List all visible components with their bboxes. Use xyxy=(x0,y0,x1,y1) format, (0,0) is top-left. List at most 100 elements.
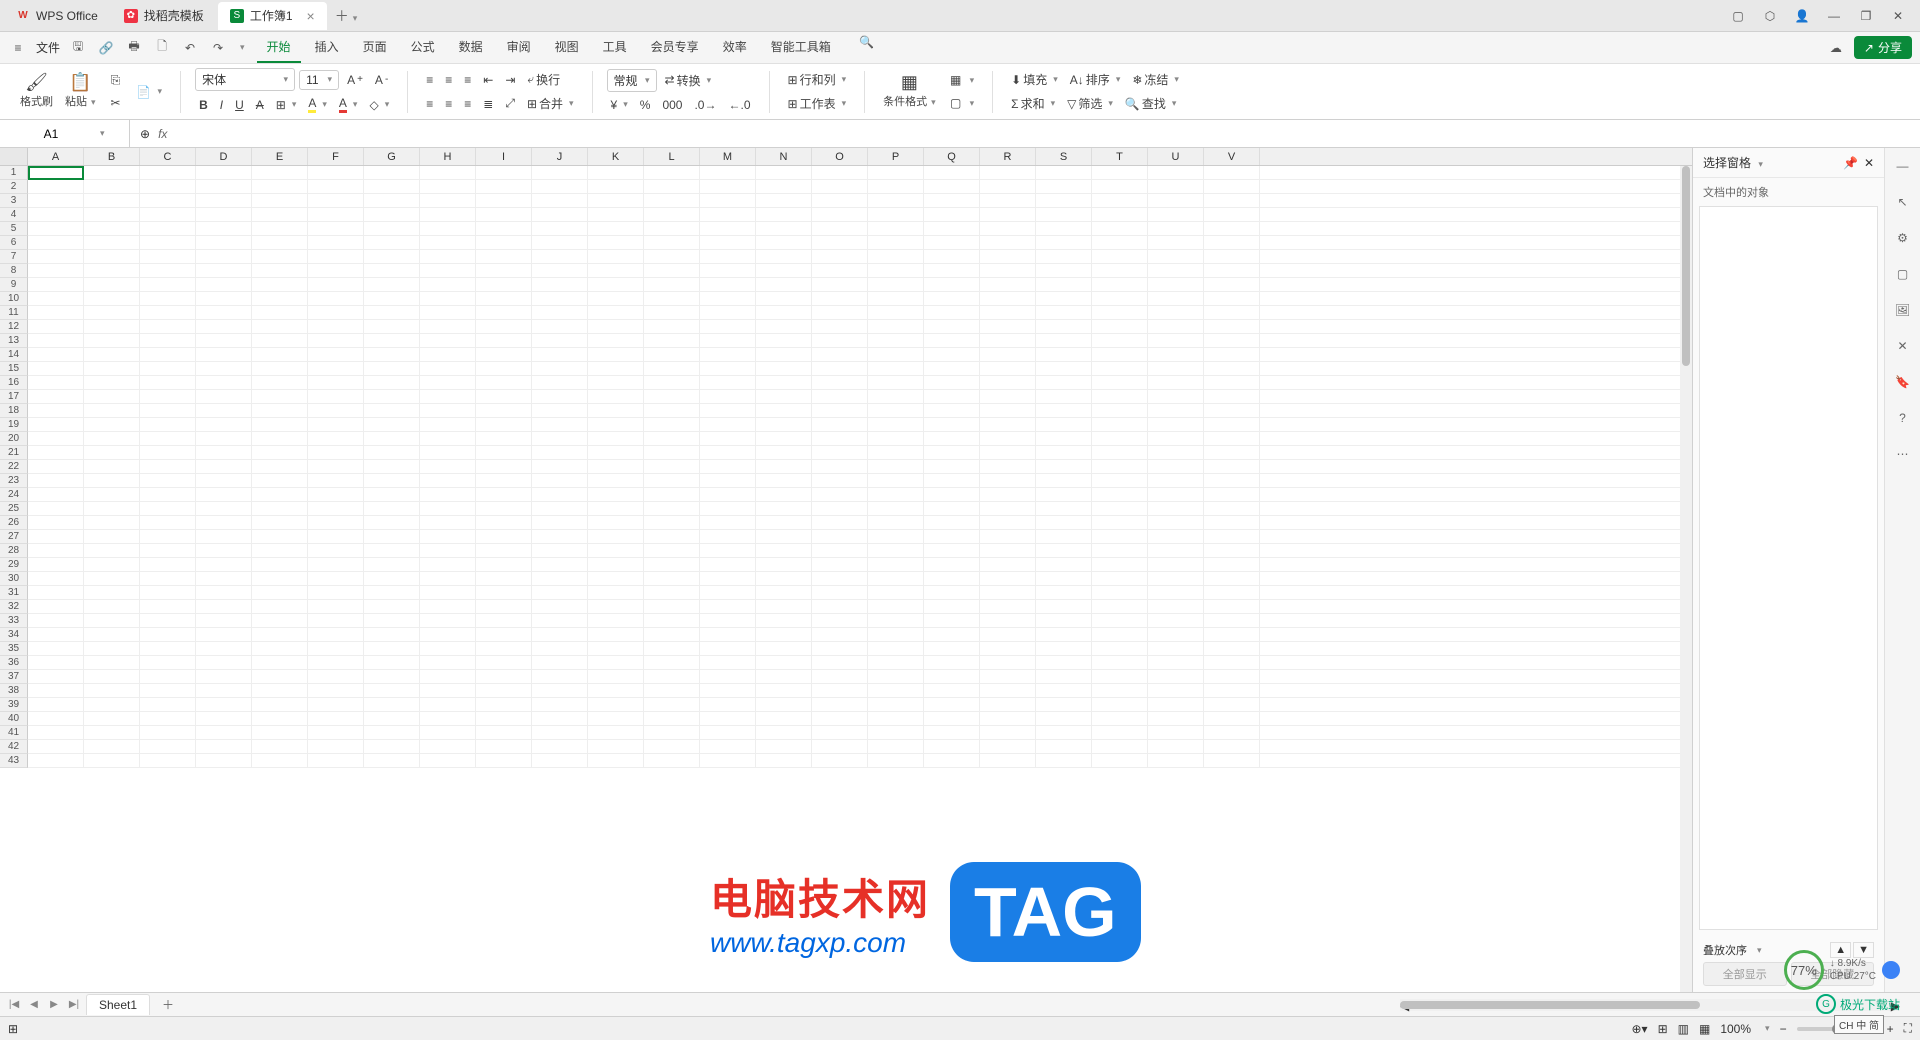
cell[interactable] xyxy=(1036,278,1092,291)
cell[interactable] xyxy=(700,656,756,669)
cell[interactable] xyxy=(532,306,588,319)
cell[interactable] xyxy=(308,264,364,277)
cell[interactable] xyxy=(196,642,252,655)
cell[interactable] xyxy=(868,614,924,627)
cell[interactable] xyxy=(252,334,308,347)
vscroll-thumb[interactable] xyxy=(1682,166,1690,366)
cell[interactable] xyxy=(252,628,308,641)
spreadsheet-grid[interactable]: ABCDEFGHIJKLMNOPQRSTUV 12345678910111213… xyxy=(0,148,1692,992)
cell[interactable] xyxy=(252,600,308,613)
merge-button[interactable]: ⊞ 合并▾ xyxy=(523,93,578,114)
cell[interactable] xyxy=(476,334,532,347)
cell[interactable] xyxy=(644,544,700,557)
cell[interactable] xyxy=(924,740,980,753)
cell[interactable] xyxy=(308,684,364,697)
cell[interactable] xyxy=(924,432,980,445)
freeze-button[interactable]: ❄ 冻结▾ xyxy=(1128,69,1183,90)
cell[interactable] xyxy=(1148,446,1204,459)
cell[interactable] xyxy=(140,194,196,207)
cell[interactable] xyxy=(532,572,588,585)
cell[interactable] xyxy=(308,516,364,529)
decrease-decimal-button[interactable]: ←.0 xyxy=(724,95,754,115)
cell[interactable] xyxy=(924,684,980,697)
increase-font-button[interactable]: A+ xyxy=(343,70,367,90)
cell[interactable] xyxy=(588,250,644,263)
status-icon[interactable]: ⊞ xyxy=(8,1022,18,1036)
cell[interactable] xyxy=(644,320,700,333)
cell[interactable] xyxy=(84,488,140,501)
filter-button[interactable]: ▽ 筛选▾ xyxy=(1063,93,1117,114)
zoom-out-button[interactable]: − xyxy=(1780,1022,1787,1036)
cell[interactable] xyxy=(1148,404,1204,417)
cell[interactable] xyxy=(84,530,140,543)
undo-icon[interactable]: ↶ xyxy=(180,38,200,58)
row-header[interactable]: 41 xyxy=(0,726,28,740)
cell[interactable] xyxy=(980,530,1036,543)
cell[interactable] xyxy=(980,208,1036,221)
cell[interactable] xyxy=(364,684,420,697)
cell[interactable] xyxy=(196,600,252,613)
cell[interactable] xyxy=(532,474,588,487)
row-header[interactable]: 19 xyxy=(0,418,28,432)
cell[interactable] xyxy=(420,180,476,193)
cell[interactable] xyxy=(28,502,84,515)
cell[interactable] xyxy=(1148,180,1204,193)
cell[interactable] xyxy=(756,516,812,529)
tab-wps-office[interactable]: W WPS Office xyxy=(4,2,110,30)
cell[interactable] xyxy=(196,656,252,669)
cell[interactable] xyxy=(868,390,924,403)
cell[interactable] xyxy=(924,488,980,501)
cell[interactable] xyxy=(756,418,812,431)
cell[interactable] xyxy=(868,586,924,599)
cell[interactable] xyxy=(140,208,196,221)
align-center-button[interactable]: ≡ xyxy=(441,94,456,114)
cell[interactable] xyxy=(812,614,868,627)
cell[interactable] xyxy=(1204,740,1260,753)
cell[interactable] xyxy=(252,166,308,179)
cell[interactable] xyxy=(1092,250,1148,263)
cell[interactable] xyxy=(476,586,532,599)
cell[interactable] xyxy=(84,586,140,599)
cell[interactable] xyxy=(532,614,588,627)
cell[interactable] xyxy=(1148,292,1204,305)
column-header[interactable]: U xyxy=(1148,148,1204,165)
cell[interactable] xyxy=(420,292,476,305)
cell[interactable] xyxy=(1148,236,1204,249)
column-header[interactable]: F xyxy=(308,148,364,165)
cell[interactable] xyxy=(364,600,420,613)
cell[interactable] xyxy=(812,390,868,403)
cell[interactable] xyxy=(196,334,252,347)
cell[interactable] xyxy=(420,740,476,753)
view-normal-icon[interactable]: ⊞ xyxy=(1658,1022,1668,1036)
cell[interactable] xyxy=(700,474,756,487)
cell[interactable] xyxy=(980,614,1036,627)
file-menu[interactable]: 文件 xyxy=(36,39,60,56)
cell[interactable] xyxy=(700,726,756,739)
cell[interactable] xyxy=(1148,278,1204,291)
cell[interactable] xyxy=(140,544,196,557)
cell[interactable] xyxy=(140,642,196,655)
font-color-button[interactable]: A▾ xyxy=(335,94,362,115)
zoom-formula-icon[interactable]: ⊕ xyxy=(140,127,150,141)
wrap-text-button[interactable]: ⤶ 换行 xyxy=(523,69,564,90)
cell[interactable] xyxy=(700,460,756,473)
cell[interactable] xyxy=(700,222,756,235)
cell[interactable] xyxy=(196,684,252,697)
cell[interactable] xyxy=(420,474,476,487)
cell[interactable] xyxy=(1204,432,1260,445)
cell[interactable] xyxy=(812,740,868,753)
cell[interactable] xyxy=(476,544,532,557)
cell[interactable] xyxy=(812,306,868,319)
cell[interactable] xyxy=(756,278,812,291)
cell[interactable] xyxy=(420,278,476,291)
cell[interactable] xyxy=(700,362,756,375)
cell[interactable] xyxy=(644,670,700,683)
cell[interactable] xyxy=(1092,194,1148,207)
cell[interactable] xyxy=(420,600,476,613)
cell[interactable] xyxy=(28,460,84,473)
cell[interactable] xyxy=(196,376,252,389)
cell[interactable] xyxy=(812,712,868,725)
cell[interactable] xyxy=(196,194,252,207)
align-middle-button[interactable]: ≡ xyxy=(441,70,456,90)
cell[interactable] xyxy=(140,222,196,235)
